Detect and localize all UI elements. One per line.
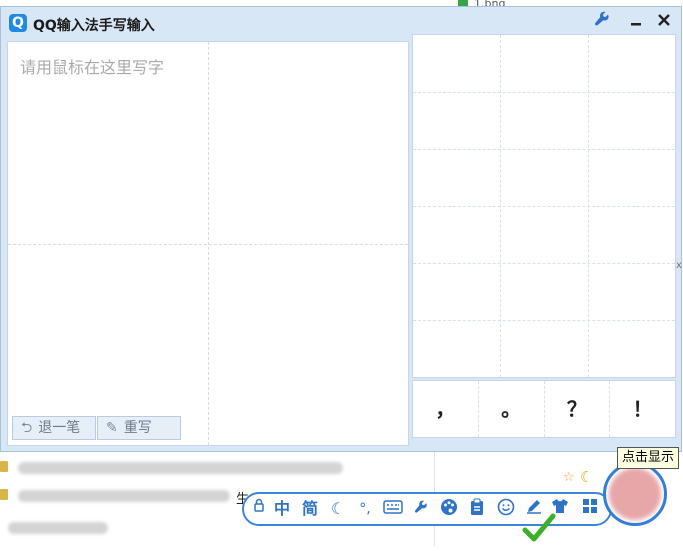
settings-button[interactable] xyxy=(591,11,613,33)
candidate-grid[interactable] xyxy=(412,34,676,378)
simplified-toggle[interactable]: 简 xyxy=(299,498,321,520)
eraser-icon: ✎ xyxy=(106,420,118,436)
avatar[interactable] xyxy=(609,468,661,520)
emoji-icon[interactable] xyxy=(496,498,516,520)
background-list-item xyxy=(0,458,360,476)
pad-hint-text: 请用鼠标在这里写字 xyxy=(20,58,165,77)
minimize-button[interactable] xyxy=(625,11,647,33)
lock-icon[interactable] xyxy=(252,498,266,520)
handwriting-pad[interactable]: 请用鼠标在这里写字 ⮌ 退一笔 ✎ 重写 xyxy=(7,41,409,446)
punctuation-question[interactable]: ？ xyxy=(545,381,611,437)
punctuation-exclamation[interactable]: ！ xyxy=(610,381,675,437)
tooltip: 点击显示 xyxy=(617,447,680,469)
moon-icon: ☾ xyxy=(580,468,594,486)
window-title: QQ输入法手写输入 xyxy=(33,18,155,34)
punctuation-comma[interactable]: ， xyxy=(413,381,479,437)
close-button[interactable] xyxy=(653,11,675,33)
undo-icon: ⮌ xyxy=(21,420,33,436)
halfwidth-icon[interactable]: ☾ xyxy=(330,498,346,520)
undo-stroke-button[interactable]: ⮌ 退一笔 xyxy=(12,416,96,440)
grid-icon[interactable] xyxy=(580,498,600,520)
check-icon xyxy=(522,512,556,551)
keyboard-icon[interactable] xyxy=(382,498,404,520)
background-edge-mark: x xyxy=(676,260,682,271)
punctuation-row: ， 。 ？ ！ xyxy=(412,380,676,438)
palette-icon[interactable] xyxy=(439,498,459,520)
star-icon: ☆ xyxy=(563,470,575,485)
background-list-item xyxy=(0,518,120,536)
close-icon xyxy=(658,14,670,26)
ime-status-bar: 中 简 ☾ °, xyxy=(242,492,612,526)
minimize-icon xyxy=(631,23,641,26)
punctuation-mode-toggle[interactable]: °, xyxy=(354,498,376,520)
qq-logo-icon: Q xyxy=(9,14,27,32)
clipboard-icon[interactable] xyxy=(468,498,486,520)
wrench-icon[interactable] xyxy=(412,498,430,520)
background-list-item xyxy=(0,486,240,504)
chinese-mode-toggle[interactable]: 中 xyxy=(272,498,292,520)
file-icon xyxy=(0,489,8,500)
punctuation-period[interactable]: 。 xyxy=(479,381,545,437)
wrench-icon xyxy=(595,11,609,26)
file-icon xyxy=(0,461,8,472)
rewrite-button[interactable]: ✎ 重写 xyxy=(97,416,181,440)
